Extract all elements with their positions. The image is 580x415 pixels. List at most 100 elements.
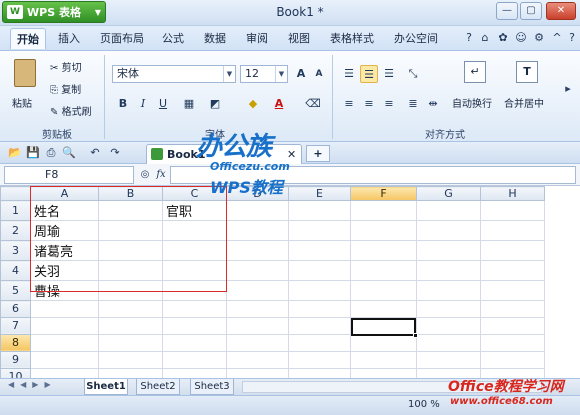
distribute-icon[interactable]: ⇹ (424, 95, 442, 113)
align-middle-icon[interactable]: ☰ (360, 65, 378, 83)
cell[interactable] (288, 333, 351, 352)
cell[interactable] (416, 316, 481, 335)
highlight-icon[interactable]: ◆ (244, 95, 262, 113)
sheet-tab-1[interactable]: Sheet1 (84, 379, 128, 395)
row-header[interactable]: 6 (0, 300, 31, 318)
tab-insert[interactable]: 插入 (52, 28, 86, 49)
cell[interactable] (288, 316, 351, 335)
tab-formulas[interactable]: 公式 (156, 28, 190, 49)
cell[interactable] (480, 280, 545, 301)
cell[interactable] (480, 220, 545, 241)
function-icon[interactable]: fx (152, 166, 170, 184)
minimize-button[interactable]: — (496, 2, 518, 20)
cell[interactable] (350, 260, 417, 281)
column-header[interactable]: G (416, 186, 481, 201)
font-name-select[interactable]: 宋体 ▼ (112, 65, 236, 83)
cell[interactable] (226, 200, 289, 221)
cell[interactable] (480, 333, 545, 352)
tab-table-style[interactable]: 表格样式 (324, 28, 380, 49)
cell[interactable] (288, 350, 351, 369)
spreadsheet-grid[interactable]: ABCDEFGH1姓名官职2周瑜3诸葛亮4关羽5曹操67891011 (0, 186, 580, 378)
cell[interactable] (288, 367, 351, 378)
justify-icon[interactable]: ≣ (404, 95, 422, 113)
skin-icon[interactable]: ✿ (494, 29, 512, 47)
cell[interactable] (350, 280, 417, 301)
cell[interactable] (288, 200, 351, 221)
app-menu-button[interactable]: W WPS 表格 ▼ (2, 1, 106, 23)
maximize-button[interactable]: ▢ (520, 2, 542, 20)
cell[interactable] (288, 280, 351, 301)
row-header[interactable]: 4 (0, 260, 31, 281)
align-top-icon[interactable]: ☰ (340, 65, 358, 83)
cell[interactable] (98, 300, 163, 318)
cell[interactable] (480, 260, 545, 281)
cell[interactable] (480, 316, 545, 335)
row-header[interactable]: 5 (0, 280, 31, 301)
cell[interactable] (416, 220, 481, 241)
fill-color-icon[interactable]: ◩ (206, 95, 224, 113)
cell[interactable] (350, 240, 417, 261)
align-right-icon[interactable]: ≡ (380, 95, 398, 113)
cell[interactable] (226, 280, 289, 301)
sheet-tab-3[interactable]: Sheet3 (190, 379, 234, 395)
align-left-icon[interactable]: ≡ (340, 95, 358, 113)
user-icon[interactable]: ☺ (512, 29, 530, 47)
cell[interactable] (226, 350, 289, 369)
close-button[interactable]: ✕ (546, 2, 576, 20)
cell[interactable] (30, 333, 99, 352)
border-icon[interactable]: ▦ (180, 95, 198, 113)
text-direction-icon[interactable]: ⤡ (404, 65, 422, 83)
underline-icon[interactable]: U (154, 95, 172, 113)
cell[interactable] (288, 220, 351, 241)
cell[interactable] (162, 333, 227, 352)
cell[interactable] (416, 350, 481, 369)
bold-icon[interactable]: B (114, 95, 132, 113)
tab-view[interactable]: 视图 (282, 28, 316, 49)
redo-icon[interactable]: ↷ (106, 144, 124, 162)
copy-button[interactable]: ⎘ 复制 (50, 81, 81, 96)
undo-icon[interactable]: ↶ (86, 144, 104, 162)
cell[interactable] (98, 350, 163, 369)
tab-data[interactable]: 数据 (198, 28, 232, 49)
paste-button[interactable]: 粘贴 (8, 57, 42, 117)
cell[interactable] (288, 260, 351, 281)
tab-review[interactable]: 审阅 (240, 28, 274, 49)
cell[interactable] (226, 316, 289, 335)
align-center-icon[interactable]: ≡ (360, 95, 378, 113)
corner-select-all[interactable] (0, 186, 31, 201)
preview-icon[interactable]: 🔍 (60, 144, 78, 162)
cell[interactable] (288, 240, 351, 261)
active-cell-selection[interactable] (351, 318, 418, 338)
ribbon-help-icon[interactable]: ? (563, 29, 580, 47)
cell[interactable] (480, 240, 545, 261)
cell[interactable] (30, 300, 99, 318)
open-icon[interactable]: 📂 (6, 144, 24, 162)
cell[interactable] (350, 333, 417, 352)
row-header[interactable]: 1 (0, 200, 31, 221)
cell[interactable] (350, 220, 417, 241)
settings-icon[interactable]: ⚙ (530, 29, 548, 47)
cell[interactable] (162, 350, 227, 369)
cell[interactable] (226, 367, 289, 378)
cell[interactable] (226, 333, 289, 352)
name-box[interactable]: F8 (4, 166, 134, 184)
cell[interactable] (416, 200, 481, 221)
font-size-select[interactable]: 12 ▼ (240, 65, 288, 83)
cell[interactable] (350, 300, 417, 318)
sheet-tab-2[interactable]: Sheet2 (136, 379, 180, 395)
cell[interactable] (30, 316, 99, 335)
sheet-nav-arrows[interactable]: ◀◀▶▶ (8, 380, 57, 389)
cell[interactable] (350, 350, 417, 369)
cell[interactable] (350, 200, 417, 221)
cell[interactable] (480, 350, 545, 369)
cell[interactable] (30, 350, 99, 369)
cell[interactable] (30, 367, 99, 378)
italic-icon[interactable]: I (134, 95, 152, 113)
cell[interactable] (226, 300, 289, 318)
tab-home[interactable]: 开始 (10, 28, 46, 49)
fill-handle[interactable] (413, 333, 418, 338)
cell[interactable] (162, 316, 227, 335)
cut-button[interactable]: ✂ 剪切 (50, 59, 82, 74)
cell[interactable] (288, 300, 351, 318)
save-icon[interactable]: 💾 (24, 144, 42, 162)
